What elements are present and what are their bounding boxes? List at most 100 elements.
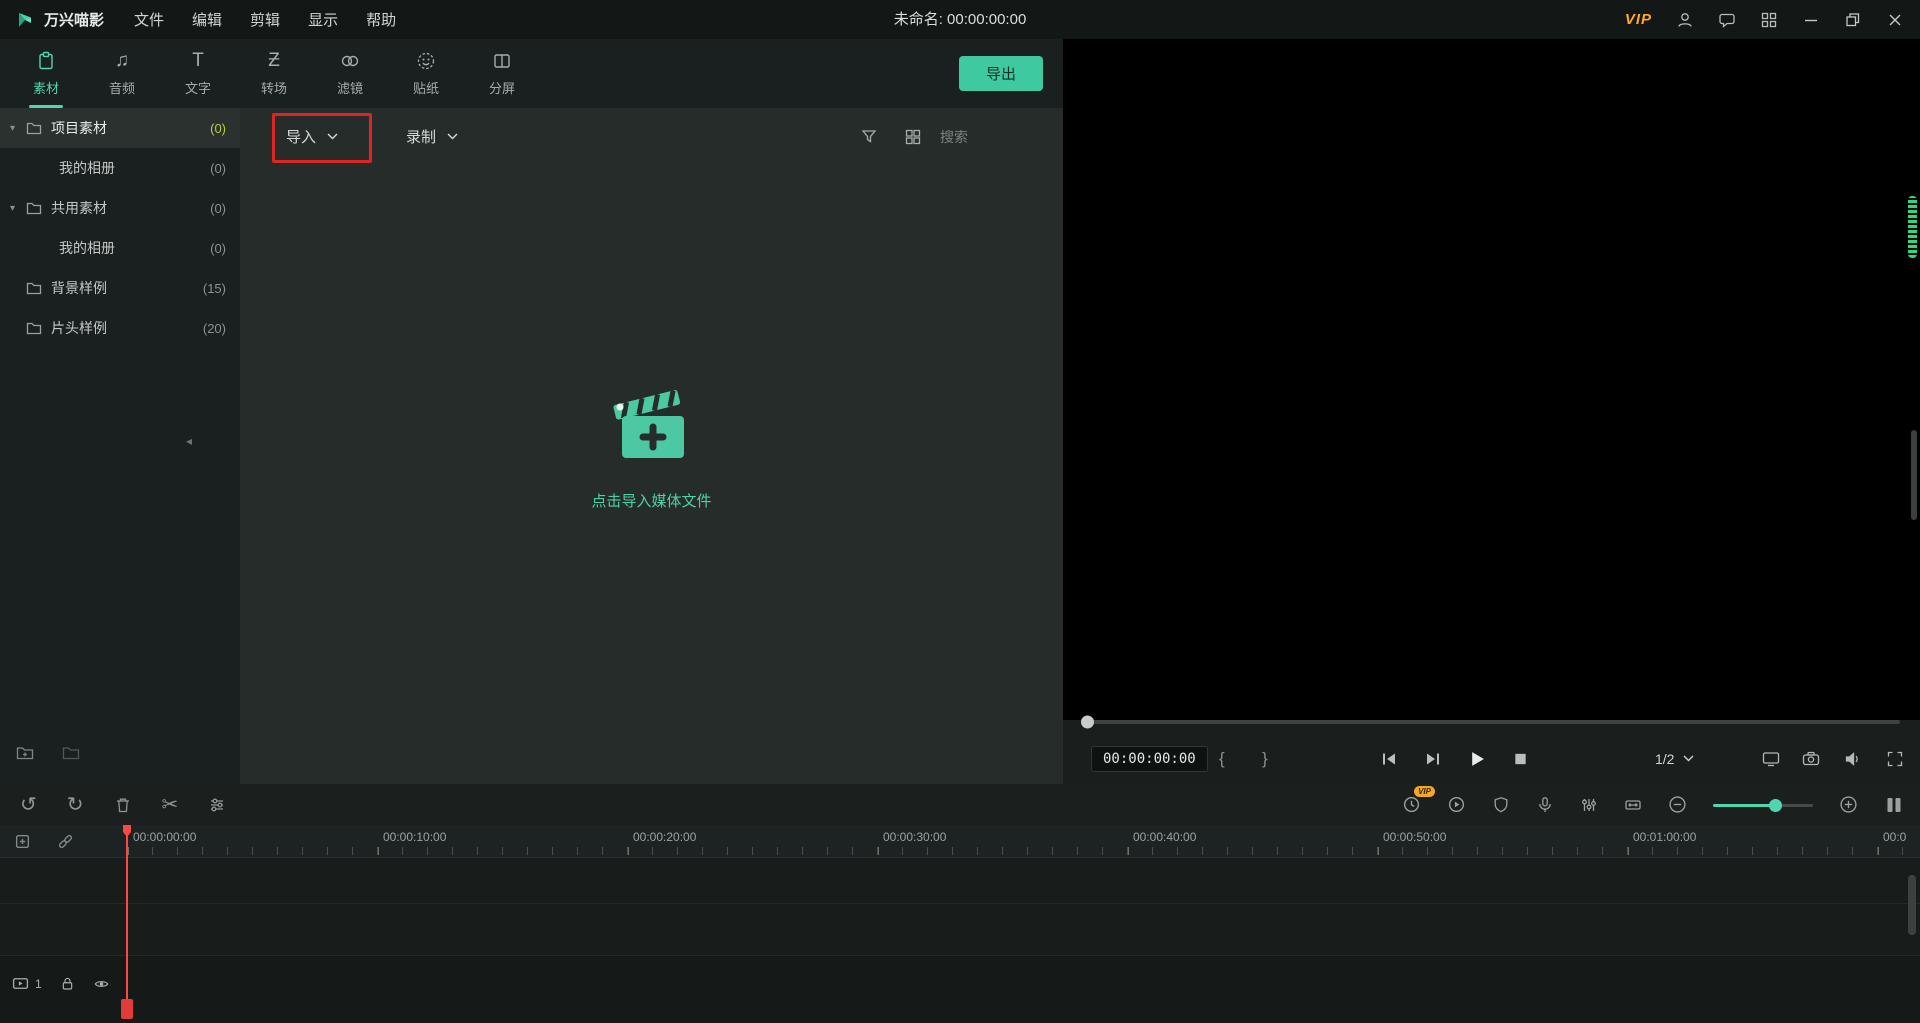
delete-icon[interactable] — [114, 796, 132, 814]
zoom-in-icon[interactable] — [1839, 795, 1858, 814]
mask-shield-icon[interactable] — [1492, 796, 1510, 814]
timeline-scrollbar[interactable] — [1908, 875, 1916, 935]
minimize-button[interactable] — [1802, 11, 1820, 29]
track-height-toggle-icon[interactable] — [1884, 795, 1904, 815]
sidebar-item-count: (15) — [203, 281, 226, 296]
sidebar-item-count: (0) — [210, 201, 226, 216]
menu-clip[interactable]: 剪辑 — [250, 9, 280, 30]
maximize-button[interactable] — [1844, 11, 1862, 29]
app-name: 万兴喵影 — [44, 9, 104, 30]
split-scissors-icon[interactable]: ✂ — [162, 795, 179, 815]
previous-frame-button[interactable] — [1381, 751, 1397, 767]
search-box — [940, 122, 1058, 152]
transition-tab-icon: Ƶ — [268, 50, 280, 72]
vip-badge[interactable]: VIP — [1625, 11, 1652, 28]
speaker-icon[interactable] — [1844, 750, 1862, 768]
video-track-icon[interactable] — [12, 975, 29, 992]
delete-folder-icon[interactable] — [62, 744, 80, 762]
audio-level-meter — [1908, 196, 1917, 258]
project-title: 未命名: 00:00:00:00 — [894, 0, 1027, 39]
timeline-zoom-slider[interactable] — [1713, 798, 1813, 812]
grid-view-icon[interactable] — [904, 128, 922, 146]
link-clips-icon[interactable] — [57, 833, 74, 850]
menu-help[interactable]: 帮助 — [366, 9, 396, 30]
microphone-icon[interactable] — [1536, 796, 1554, 814]
ripple-edit-icon[interactable] — [1624, 796, 1642, 814]
sidebar-item-label: 背景样例 — [51, 278, 107, 298]
tab-label: 素材 — [33, 78, 59, 97]
vip-mini-badge: VIP — [1414, 786, 1435, 797]
redo-icon[interactable]: ↻ — [67, 795, 84, 815]
tab-sticker[interactable]: 贴纸 — [388, 39, 464, 108]
audio-mixer-icon[interactable] — [1580, 796, 1598, 814]
sidebar-item-my-album-2[interactable]: 我的相册 (0) — [0, 228, 240, 268]
timeline-ruler[interactable]: 00:00:00:00 00:00:10:00 00:00:20:00 00:0… — [0, 825, 1920, 858]
workspace-icon[interactable] — [1760, 11, 1778, 29]
display-device-icon[interactable] — [1762, 750, 1780, 768]
account-icon[interactable] — [1676, 11, 1694, 29]
tab-transition[interactable]: Ƶ 转场 — [236, 39, 312, 108]
adjust-icon[interactable] — [208, 796, 226, 814]
mark-in-button[interactable]: { — [1219, 749, 1225, 769]
add-to-timeline-icon[interactable] — [14, 833, 31, 850]
sidebar-item-intro-samples[interactable]: 片头样例 (20) — [0, 308, 240, 348]
empty-state-text[interactable]: 点击导入媒体文件 — [591, 490, 711, 511]
tab-filter[interactable]: 滤镜 — [312, 39, 388, 108]
import-dropdown[interactable]: 导入 — [286, 126, 338, 147]
new-folder-icon[interactable] — [16, 744, 34, 762]
feedback-icon[interactable] — [1718, 11, 1736, 29]
close-button[interactable] — [1886, 11, 1904, 29]
undo-icon[interactable]: ↺ — [20, 795, 37, 815]
tab-label: 贴纸 — [413, 78, 439, 97]
eye-icon[interactable] — [93, 976, 110, 992]
zoom-out-icon[interactable] — [1668, 795, 1687, 814]
tab-label: 分屏 — [489, 78, 515, 97]
sidebar-item-my-album-1[interactable]: 我的相册 (0) — [0, 148, 240, 188]
sidebar-collapse-icon[interactable]: ◂ — [186, 434, 192, 448]
render-preview-icon[interactable]: VIP — [1402, 795, 1421, 814]
export-button[interactable]: 导出 — [959, 56, 1043, 91]
proxy-play-icon[interactable] — [1447, 795, 1466, 814]
sidebar-item-count: (20) — [203, 321, 226, 336]
record-dropdown[interactable]: 录制 — [406, 126, 458, 147]
caret-down-icon[interactable]: ▾ — [10, 203, 26, 214]
zoom-slider-fill — [1713, 804, 1775, 807]
zoom-slider-knob[interactable] — [1769, 799, 1782, 812]
preview-controls: 00:00:00:00 { } 1/2 — [1063, 733, 1920, 784]
menu-view[interactable]: 显示 — [308, 9, 338, 30]
tab-splitscreen[interactable]: 分屏 — [464, 39, 540, 108]
preview-scrollbar[interactable] — [1911, 430, 1917, 520]
preview-quality-dropdown[interactable]: 1/2 — [1655, 751, 1694, 767]
track-number: 1 — [35, 977, 42, 991]
media-library-sidebar: ▾ 项目素材 (0) 我的相册 (0) ▾ 共用素材 (0) 我的相册 — [0, 108, 240, 784]
menu-file[interactable]: 文件 — [134, 9, 164, 30]
playhead[interactable] — [126, 825, 128, 1015]
media-tab-icon — [36, 50, 56, 72]
preview-panel: 00:00:00:00 { } 1/2 — [1063, 39, 1920, 784]
menu-edit[interactable]: 编辑 — [192, 9, 222, 30]
sticker-tab-icon — [416, 50, 436, 72]
sidebar-item-count: (0) — [210, 121, 226, 136]
current-timecode: 00:00:00:00 — [1091, 746, 1208, 772]
seek-handle[interactable] — [1081, 716, 1094, 729]
seek-bar[interactable] — [1083, 720, 1900, 724]
filter-tab-icon — [340, 50, 360, 72]
sidebar-item-background-samples[interactable]: 背景样例 (15) — [0, 268, 240, 308]
sidebar-item-shared-media[interactable]: ▾ 共用素材 (0) — [0, 188, 240, 228]
sidebar-item-project-media[interactable]: ▾ 项目素材 (0) — [0, 108, 240, 148]
filter-funnel-icon[interactable] — [860, 128, 878, 146]
lock-icon[interactable] — [60, 976, 75, 992]
tab-media[interactable]: 素材 — [8, 39, 84, 108]
fullscreen-icon[interactable] — [1886, 750, 1904, 768]
import-media-empty-state[interactable]: 点击导入媒体文件 — [240, 380, 1063, 511]
next-frame-button[interactable] — [1425, 751, 1441, 767]
play-button[interactable] — [1469, 750, 1486, 767]
app-logo-icon — [16, 11, 34, 29]
tab-audio[interactable]: ♫ 音频 — [84, 39, 160, 108]
timeline: 00:00:00:00 00:00:10:00 00:00:20:00 00:0… — [0, 825, 1920, 1023]
stop-button[interactable] — [1513, 751, 1528, 766]
tab-text[interactable]: T 文字 — [160, 39, 236, 108]
mark-out-button[interactable]: } — [1262, 749, 1268, 769]
snapshot-camera-icon[interactable] — [1802, 750, 1820, 768]
caret-down-icon[interactable]: ▾ — [10, 123, 26, 134]
